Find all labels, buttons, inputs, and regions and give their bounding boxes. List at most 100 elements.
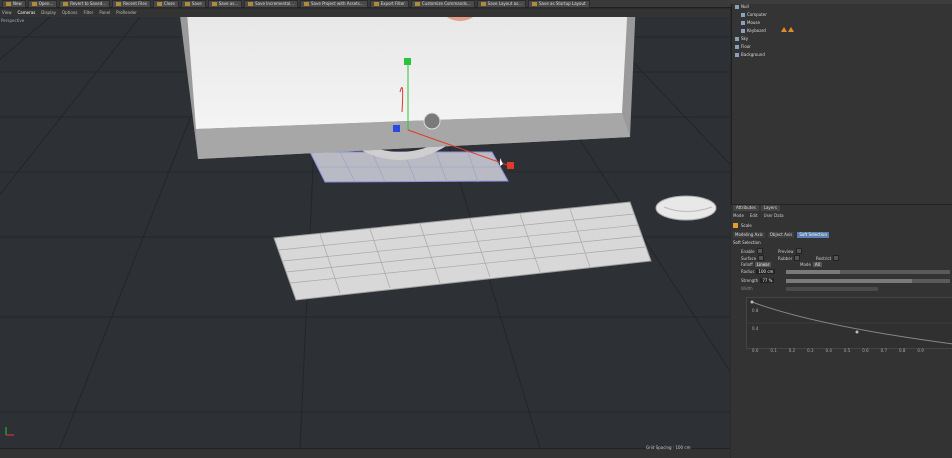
object-type-icon xyxy=(741,12,745,17)
curve-x-tick: 0.9 xyxy=(917,348,924,353)
viewport-menu-item[interactable]: Display xyxy=(41,9,56,17)
toolbar-command-icon xyxy=(414,1,420,6)
enable-checkbox[interactable] xyxy=(756,248,763,254)
toolbar-button[interactable]: New xyxy=(2,0,26,8)
hp-logo-icon xyxy=(423,112,441,130)
falloff-curve[interactable] xyxy=(746,297,952,349)
surface-param: Surface xyxy=(741,255,765,261)
rubber-param: Rubber xyxy=(778,255,801,261)
rubber-checkbox[interactable] xyxy=(794,255,801,261)
toolbar-button[interactable]: Export Filter xyxy=(369,0,409,8)
viewport-menu-item[interactable]: Panel xyxy=(99,9,110,17)
axis-y-handle[interactable] xyxy=(404,58,411,65)
curve-x-tick: 0.8 xyxy=(899,348,906,353)
width-slider[interactable] xyxy=(786,287,878,291)
viewport-menu-item[interactable]: ProRender xyxy=(116,9,137,17)
warning-tag-icon[interactable] xyxy=(781,27,787,32)
toolbar-command-icon xyxy=(63,1,69,6)
object-row[interactable]: Computer xyxy=(741,11,811,18)
object-row[interactable]: Keyboard xyxy=(741,27,811,34)
enable-param: Enable xyxy=(741,248,763,254)
toolbar-button[interactable]: Open... xyxy=(27,0,58,8)
keyboard-tags xyxy=(781,27,795,33)
toolbar-button[interactable]: Save Incremental... xyxy=(244,0,298,8)
tab-attributes[interactable]: Attributes xyxy=(733,205,759,211)
toolbar-button[interactable]: Save Layout as... xyxy=(476,0,526,8)
curve-x-tick: 0.4 xyxy=(825,348,832,353)
curve-x-ticks: 0.0 0.1 0.2 0.3 0.4 0.5 0.6 0.7 0.8 0.9 xyxy=(752,348,924,353)
toolbar-command-icon xyxy=(116,1,122,6)
axis-z-handle[interactable] xyxy=(393,125,400,132)
axis-x-handle[interactable] xyxy=(507,162,514,169)
warning-tag-icon[interactable] xyxy=(788,27,795,32)
strength-param: Strength 77 % xyxy=(741,278,775,283)
surface-checkbox[interactable] xyxy=(758,255,765,261)
attributes-menu: Mode Edit User Data xyxy=(733,213,784,218)
object-row[interactable]: Floor xyxy=(735,43,805,50)
width-param: Width xyxy=(741,286,753,291)
toolbar-command-icon xyxy=(531,1,537,6)
mouse-model[interactable] xyxy=(655,195,717,221)
toolbar-command-icon xyxy=(31,1,37,6)
object-row[interactable]: Null xyxy=(735,3,805,10)
toolbar-button[interactable]: Recent Files xyxy=(112,0,151,8)
menu-edit[interactable]: Edit xyxy=(750,213,758,218)
viewport-menu: View Cameras Display Options Filter Panel ProR… xyxy=(0,9,730,17)
menu-mode[interactable]: Mode xyxy=(733,213,744,218)
mode-param: Mode All xyxy=(800,262,822,267)
curve-x-tick: 0.5 xyxy=(843,348,851,353)
attributes-title: Scale xyxy=(733,223,752,228)
viewport-menu-item[interactable]: Options xyxy=(62,9,77,17)
object-row[interactable]: Mouse xyxy=(741,19,811,26)
tab-object-axis[interactable]: Object Axis xyxy=(767,232,795,238)
strength-input[interactable]: 77 % xyxy=(760,278,775,283)
object-type-icon xyxy=(741,28,745,33)
mode-dropdown[interactable]: All xyxy=(812,262,822,267)
tab-modeling-axis[interactable]: Modeling Axis xyxy=(733,232,765,238)
tool-subtabs: Modeling Axis Object Axis Soft Selection xyxy=(733,232,829,238)
toolbar-command-icon xyxy=(6,1,11,6)
object-type-icon xyxy=(735,36,739,41)
toolbar-button[interactable]: Save xyxy=(180,0,206,8)
curve-y-tick: 0.4 xyxy=(752,326,759,331)
3d-viewport[interactable] xyxy=(0,17,730,448)
toolbar-button[interactable]: Revert to Saved... xyxy=(59,0,111,8)
viewport-menu-item[interactable]: View xyxy=(2,9,12,17)
strength-slider[interactable] xyxy=(786,279,950,283)
toolbar-command-icon xyxy=(248,1,254,6)
curve-x-tick: 0.6 xyxy=(862,348,869,353)
toolbar-command-icon xyxy=(156,1,162,6)
falloff-dropdown[interactable]: Linear xyxy=(754,262,772,267)
toolbar-button[interactable]: Customize Commands... xyxy=(410,0,475,8)
toolbar-button[interactable]: Save Project with Assets... xyxy=(300,0,368,8)
toolbar-button[interactable]: Save as Startup Layout xyxy=(527,0,590,8)
menu-user-data[interactable]: User Data xyxy=(764,213,784,218)
curve-x-tick: 0.0 xyxy=(752,348,759,353)
attributes-tabs: Attributes Layers xyxy=(733,205,780,211)
toolbar-command-icon xyxy=(480,1,486,6)
object-type-icon xyxy=(735,44,739,49)
toolbar-button[interactable]: Close xyxy=(152,0,179,8)
viewport-menu-item[interactable]: Filter xyxy=(83,9,93,17)
preview-param: Preview xyxy=(778,248,802,254)
radius-param: Radius 100 cm xyxy=(741,269,776,274)
monitor-screen[interactable] xyxy=(186,17,628,129)
curve-x-tick: 0.2 xyxy=(788,348,796,353)
object-row[interactable]: Sky xyxy=(735,35,805,42)
viewport-scene[interactable] xyxy=(0,17,730,448)
restrict-checkbox[interactable] xyxy=(833,255,840,261)
curve-x-tick: 0.3 xyxy=(807,348,814,353)
grid-spacing-label: Grid Spacing : 100 cm xyxy=(646,445,691,450)
toolbar-command-icon xyxy=(304,1,309,6)
tab-soft-selection[interactable]: Soft Selection xyxy=(797,232,829,238)
tab-layers[interactable]: Layers xyxy=(760,205,780,211)
object-row[interactable]: Background xyxy=(735,51,805,58)
toolbar-button[interactable]: Save as... xyxy=(207,0,243,8)
scale-tool-icon xyxy=(733,223,738,228)
preview-checkbox[interactable] xyxy=(795,248,802,254)
radius-input[interactable]: 100 cm xyxy=(756,269,776,274)
object-type-icon xyxy=(741,20,745,25)
viewport-menu-item[interactable]: Cameras xyxy=(18,9,36,17)
falloff-param: Falloff Linear xyxy=(741,262,772,267)
radius-slider[interactable] xyxy=(786,270,950,274)
